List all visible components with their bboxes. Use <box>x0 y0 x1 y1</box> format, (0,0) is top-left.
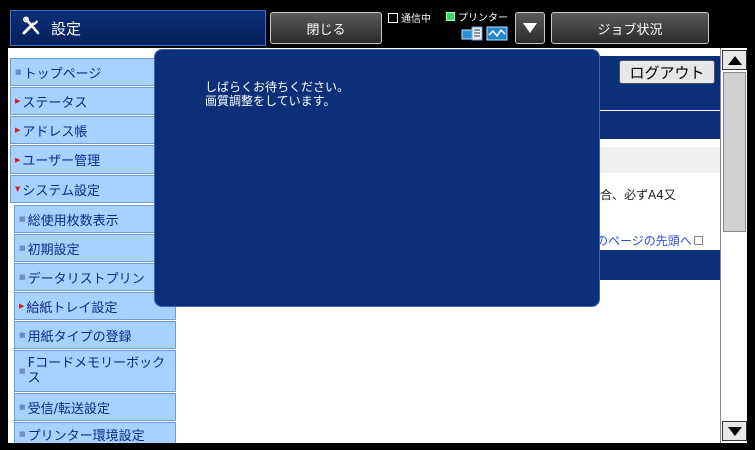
note-text: 場合、必ずA4又 <box>588 188 676 202</box>
triangle-down-icon <box>727 426 742 436</box>
sidebar-item-label: 総使用枚数表示 <box>27 213 119 229</box>
sidebar-item-label: ユーザー管理 <box>22 154 101 169</box>
bullet-icon: ■ <box>19 215 26 223</box>
sidebar-item-system-settings[interactable]: ▼ システム設定 <box>10 175 176 203</box>
sidebar-item-top-page[interactable]: ■ トップページ <box>10 58 176 86</box>
please-wait-dialog: しばらくお待ちください。 画質調整をしています。 <box>154 49 600 307</box>
sidebar-item-paper-type[interactable]: ■ 用紙タイプの登録 <box>14 321 176 349</box>
triangle-right-icon: ▶ <box>15 126 21 134</box>
communication-status: 通信中 <box>388 10 431 25</box>
sidebar-item-status[interactable]: ▶ ステータス <box>10 87 176 115</box>
comm-checkbox-icon <box>388 12 398 23</box>
page-top-link[interactable]: のページの先頭へ <box>596 232 703 249</box>
sidebar-item-label: 給紙トレイ設定 <box>26 300 118 316</box>
triangle-down-icon: ▼ <box>15 185 21 193</box>
sidebar-item-label: データリストプリン <box>27 271 145 287</box>
bullet-icon: ■ <box>19 403 26 411</box>
triangle-right-icon: ▶ <box>15 97 21 105</box>
sidebar-item-fcode-memory-box[interactable]: ■ Fコードメモリーボックス <box>14 350 176 392</box>
status-dropdown-button[interactable] <box>515 12 545 44</box>
sidebar: ■ トップページ ▶ ステータス ▶ アドレス帳 ▶ ユーザー管理 ▼ システム… <box>8 48 176 443</box>
scroll-thumb[interactable] <box>723 72 746 232</box>
scroll-down-button[interactable] <box>722 421 747 441</box>
bullet-icon: ■ <box>15 68 22 76</box>
sidebar-item-label: プリンター環境設定 <box>27 428 145 444</box>
triangle-up-icon <box>727 55 742 65</box>
printer-status-icons <box>460 24 508 42</box>
triangle-right-icon: ▶ <box>15 155 21 164</box>
dialog-message-line2: 画質調整をしています。 <box>205 94 336 108</box>
sidebar-item-initial-settings[interactable]: ■ 初期設定 <box>14 234 176 262</box>
printer-activity-icon <box>486 26 508 41</box>
sidebar-item-printer-environment[interactable]: ■ プリンター環境設定 <box>14 422 176 443</box>
job-status-button[interactable]: ジョブ状況 <box>551 12 709 44</box>
page-title: 設定 <box>51 19 82 38</box>
tools-icon <box>21 16 41 40</box>
top-bar: 設定 閉じる 通信中 プリンター ジョブ状況 <box>0 0 755 48</box>
bullet-icon: ■ <box>19 273 26 281</box>
printer-pages-icon <box>461 26 483 41</box>
sidebar-item-receive-forward[interactable]: ■ 受信/転送設定 <box>14 393 176 421</box>
printer-status: プリンター <box>446 9 508 24</box>
sidebar-item-label: Fコードメモリーボックス <box>27 356 166 386</box>
comm-label: 通信中 <box>401 14 431 25</box>
page-top-link-label: のページの先頭へ <box>596 234 692 248</box>
printer-label: プリンター <box>458 13 508 24</box>
vertical-scrollbar[interactable] <box>720 48 747 443</box>
printer-led-icon <box>446 12 455 21</box>
sidebar-item-data-list-print[interactable]: ■ データリストプリン <box>14 263 176 291</box>
close-button[interactable]: 閉じる <box>270 12 382 44</box>
page-top-square-icon <box>693 236 703 245</box>
bullet-icon: ■ <box>19 366 26 375</box>
scroll-up-button[interactable] <box>722 50 747 70</box>
sidebar-item-label: ステータス <box>22 95 88 111</box>
sidebar-item-user-management[interactable]: ▶ ユーザー管理 <box>10 145 176 174</box>
settings-title-box: 設定 <box>10 10 266 46</box>
sidebar-item-label: システム設定 <box>22 183 101 199</box>
sidebar-item-paper-tray[interactable]: ▶ 給紙トレイ設定 <box>14 292 176 320</box>
sidebar-item-label: アドレス帳 <box>22 124 88 140</box>
bullet-icon: ■ <box>19 244 26 252</box>
sidebar-item-label: 初期設定 <box>27 242 80 258</box>
bullet-icon: ■ <box>19 331 26 339</box>
logout-button[interactable]: ログアウト <box>619 60 715 84</box>
sidebar-item-label: 用紙タイプの登録 <box>27 329 132 345</box>
sidebar-item-total-count[interactable]: ■ 総使用枚数表示 <box>14 205 176 233</box>
sidebar-item-label: トップページ <box>23 66 102 82</box>
sidebar-item-address-book[interactable]: ▶ アドレス帳 <box>10 116 176 144</box>
triangle-right-icon: ▶ <box>19 302 25 310</box>
bullet-icon: ■ <box>19 430 26 438</box>
triangle-down-icon <box>523 23 537 33</box>
sidebar-item-label: 受信/転送設定 <box>27 401 111 417</box>
